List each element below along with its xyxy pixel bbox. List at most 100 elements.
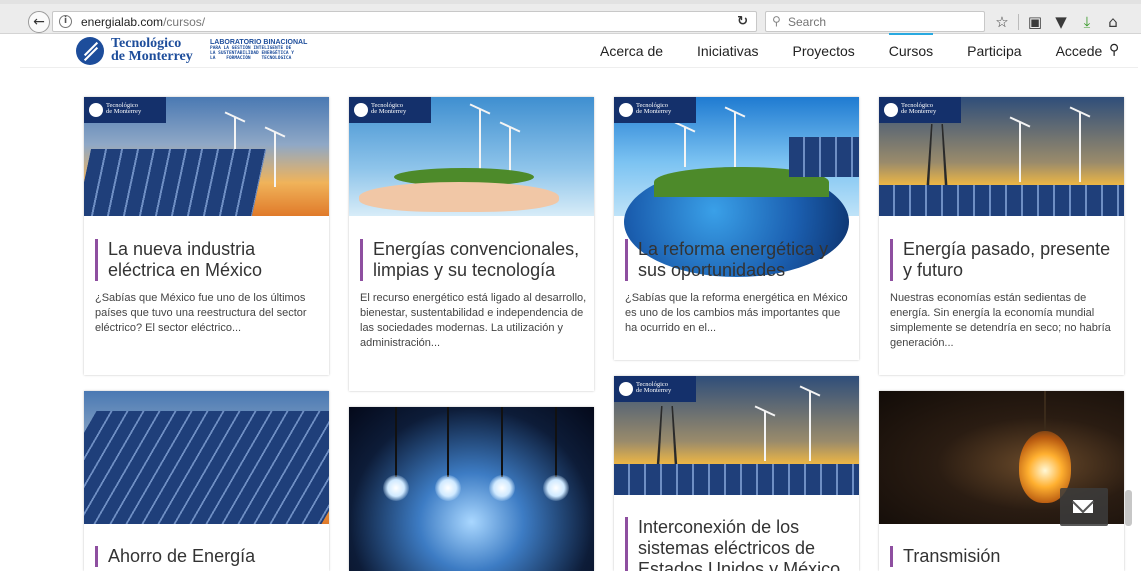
back-arrow-icon[interactable]: ← [28, 11, 50, 33]
light-bulb [383, 475, 409, 501]
browser-toolbar: ← i energialab.com/cursos/ ↻ ⚲ ☆ ▣ ▼ ⤓ ⌂ [0, 0, 1141, 34]
toolbar-icons: ☆ ▣ ▼ ⤓ ⌂ [992, 11, 1123, 32]
course-description: El recurso energético está ligado al des… [360, 292, 587, 349]
logo-line-2: de Monterrey [111, 49, 193, 64]
url-text[interactable]: energialab.com/cursos/ [81, 15, 205, 29]
toolbar-divider [1018, 13, 1019, 30]
search-icon[interactable]: ⚲ [1109, 42, 1119, 58]
nav-cursos[interactable]: Cursos [888, 33, 934, 59]
course-title[interactable]: Transmisión [890, 546, 1119, 567]
wind-turbine [764, 411, 766, 461]
address-bar[interactable]: i energialab.com/cursos/ ↻ [52, 11, 757, 32]
tec-logo-icon [619, 382, 633, 396]
solar-panels [84, 411, 329, 524]
star-icon[interactable]: ☆ [992, 12, 1012, 32]
solar-panels [789, 137, 859, 177]
wind-turbine [1079, 112, 1081, 182]
course-image[interactable]: Tecnológico de Monterrey [349, 97, 594, 216]
download-icon[interactable]: ⤓ [1077, 12, 1097, 32]
course-image[interactable]: Tecnológico de Monterrey [614, 97, 859, 277]
course-card[interactable]: Tecnológico de Monterrey Interconexión de… [614, 376, 859, 571]
course-image[interactable]: Tecnológico de Monterrey [84, 97, 329, 216]
brand-tag-text: Tecnológico de Monterrey [636, 102, 672, 115]
wind-turbine [809, 391, 811, 461]
course-image[interactable]: Tecnológico de Monterrey [614, 376, 859, 495]
course-title[interactable]: Ahorro de Energía [95, 546, 324, 567]
brand-tag-text: Tecnológico de Monterrey [636, 381, 672, 394]
wind-turbine [684, 127, 686, 167]
tec-logo-text[interactable]: Tecnológico de Monterrey [111, 37, 193, 64]
course-card[interactable]: Transmisión [879, 391, 1124, 571]
wind-turbine [509, 127, 511, 172]
wind-turbine [1019, 122, 1021, 182]
wind-turbine [734, 112, 736, 167]
tec-logo-icon [354, 103, 368, 117]
course-card[interactable] [349, 407, 594, 571]
page-scrollbar[interactable] [1125, 490, 1132, 526]
tec-brand-tag: Tecnológico de Monterrey [614, 97, 696, 123]
course-card[interactable]: Ahorro de Energía [84, 391, 329, 571]
course-title[interactable]: La nueva industria eléctrica en México [95, 239, 324, 281]
tec-logo-icon[interactable] [76, 37, 104, 65]
open-hand [359, 182, 559, 212]
bulb-cord [1044, 391, 1046, 431]
browser-search-input[interactable] [788, 14, 978, 29]
lab-subtitle: PARA LA GESTIÓN INTELIGENTE DE LA SUSTEN… [210, 46, 294, 61]
tec-brand-tag: Tecnológico de Monterrey [84, 97, 166, 123]
course-card[interactable]: Tecnológico de Monterrey La nueva industr… [84, 97, 329, 375]
course-card[interactable]: Tecnológico de Monterrey Energía pasado, … [879, 97, 1124, 375]
tec-logo-icon [89, 103, 103, 117]
light-bulb [435, 475, 461, 501]
course-card[interactable]: Tecnológico de Monterrey Energías convenc… [349, 97, 594, 391]
course-description: ¿Sabías que México fue uno de los último… [95, 292, 307, 334]
nav-accede[interactable]: Accede [1056, 43, 1103, 59]
site-header: Tecnológico de Monterrey LABORATORIO BIN… [20, 33, 1138, 68]
info-icon[interactable]: i [59, 15, 72, 28]
url-path: /cursos/ [163, 15, 206, 29]
course-description: ¿Sabías que la reforma energética en Méx… [625, 292, 848, 334]
tec-brand-tag: Tecnológico de Monterrey [879, 97, 961, 123]
nav-acerca-de[interactable]: Acerca de [600, 43, 663, 59]
pocket-icon[interactable]: ▼ [1051, 12, 1071, 32]
tec-brand-tag: Tecnológico de Monterrey [349, 97, 431, 123]
reload-icon[interactable]: ↻ [737, 14, 748, 29]
home-icon[interactable]: ⌂ [1103, 12, 1123, 32]
course-title[interactable]: Energías convencionales, limpias y su te… [360, 239, 589, 281]
bulb-cord [501, 407, 503, 477]
tab-strip [0, 0, 1141, 4]
bulb-cord [447, 407, 449, 477]
tec-logo-icon [619, 103, 633, 117]
url-host: energialab.com [81, 15, 164, 29]
course-image[interactable] [349, 407, 594, 571]
tec-brand-tag: Tecnológico de Monterrey [614, 376, 696, 402]
nav-proyectos[interactable]: Proyectos [793, 43, 855, 59]
course-card[interactable]: Tecnológico de Monterrey La reforma energ… [614, 97, 859, 360]
nav-iniciativas[interactable]: Iniciativas [697, 43, 758, 59]
bulb-cord [555, 407, 557, 477]
course-image[interactable] [84, 391, 329, 524]
brand-tag-text: Tecnológico de Monterrey [901, 102, 937, 115]
nav-participa[interactable]: Participa [967, 43, 1021, 59]
course-title[interactable]: Interconexión de los sistemas eléctricos… [625, 517, 854, 571]
bulb-cord [395, 407, 397, 477]
main-nav: Acerca de Iniciativas Proyectos Cursos P… [600, 33, 1136, 68]
clipboard-icon[interactable]: ▣ [1025, 12, 1045, 32]
wind-turbine [274, 132, 276, 187]
brand-tag-text: Tecnológico de Monterrey [371, 102, 407, 115]
course-description: Nuestras economías están sedientas de en… [890, 292, 1111, 349]
solar-panels [84, 149, 267, 216]
wind-turbine [479, 109, 481, 169]
lab-title: LABORATORIO BINACIONAL [210, 39, 308, 46]
search-icon: ⚲ [772, 14, 781, 28]
light-bulb [489, 475, 515, 501]
light-bulb [543, 475, 569, 501]
solar-panels [614, 464, 859, 495]
tec-logo-icon [884, 103, 898, 117]
course-title[interactable]: La reforma energética y sus oportunidade… [625, 239, 854, 281]
mail-icon[interactable] [1060, 488, 1108, 526]
course-title[interactable]: Energía pasado, presente y futuro [890, 239, 1119, 281]
course-image[interactable]: Tecnológico de Monterrey [879, 97, 1124, 216]
brand-tag-text: Tecnológico de Monterrey [106, 102, 142, 115]
browser-search-box[interactable]: ⚲ [765, 11, 985, 32]
solar-panels [879, 185, 1124, 216]
